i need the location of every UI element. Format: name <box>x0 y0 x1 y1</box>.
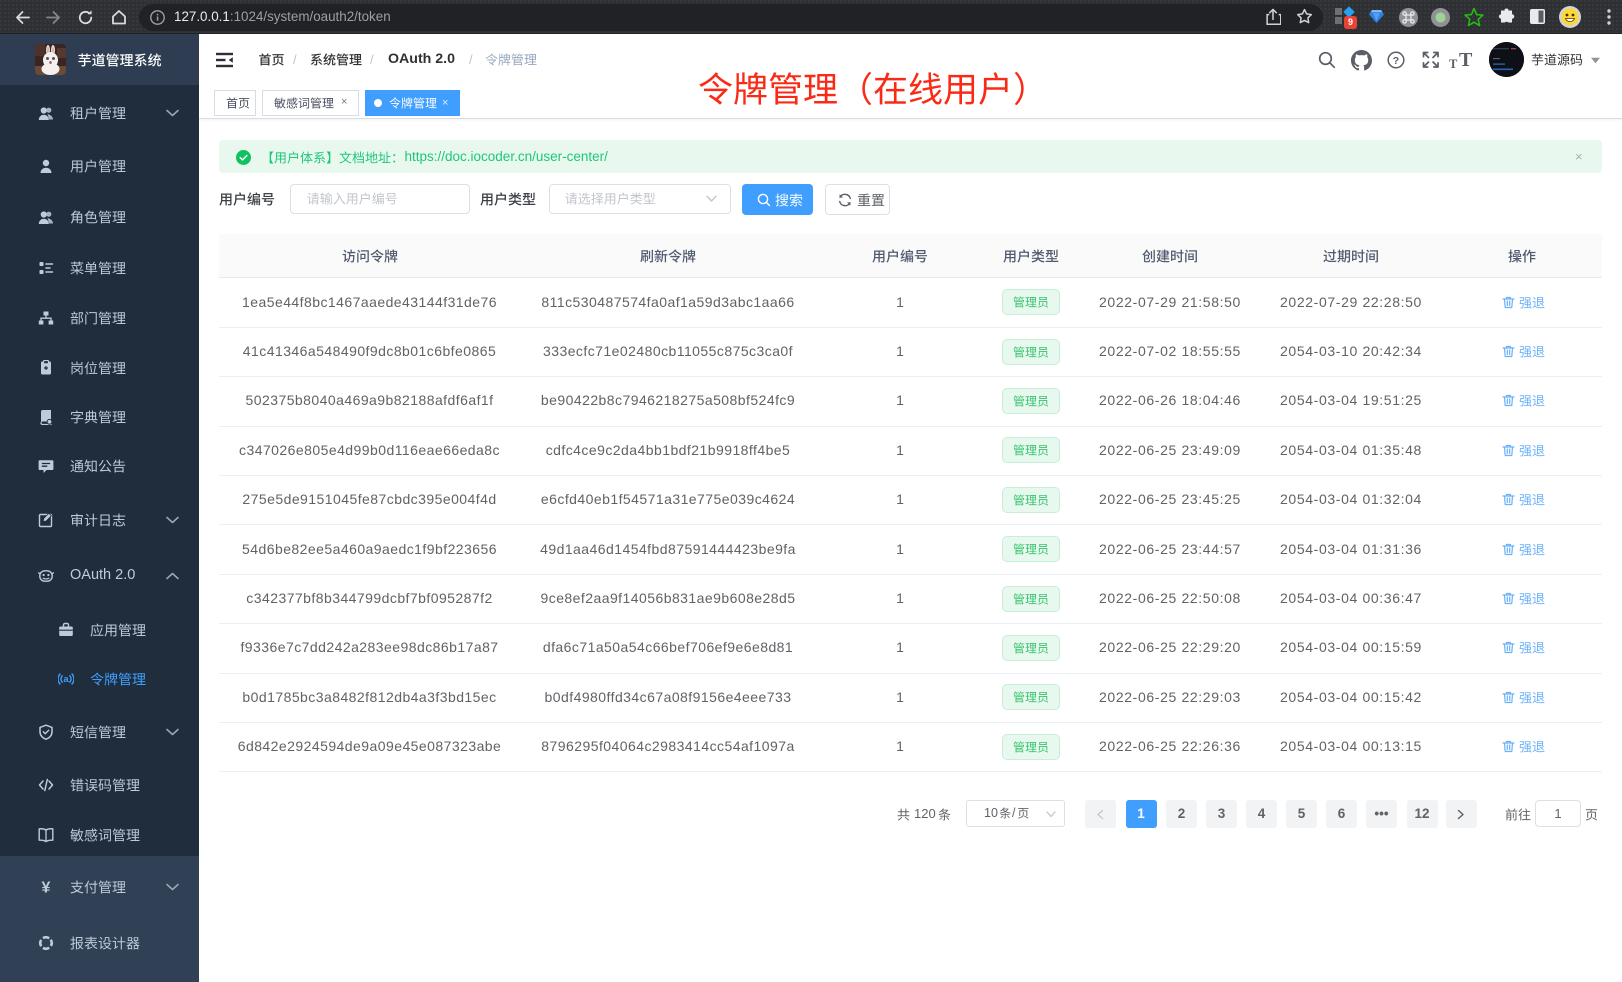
svg-text:a: a <box>63 674 69 685</box>
svg-text:?: ? <box>1393 55 1399 67</box>
svg-text:¥: ¥ <box>42 880 51 896</box>
